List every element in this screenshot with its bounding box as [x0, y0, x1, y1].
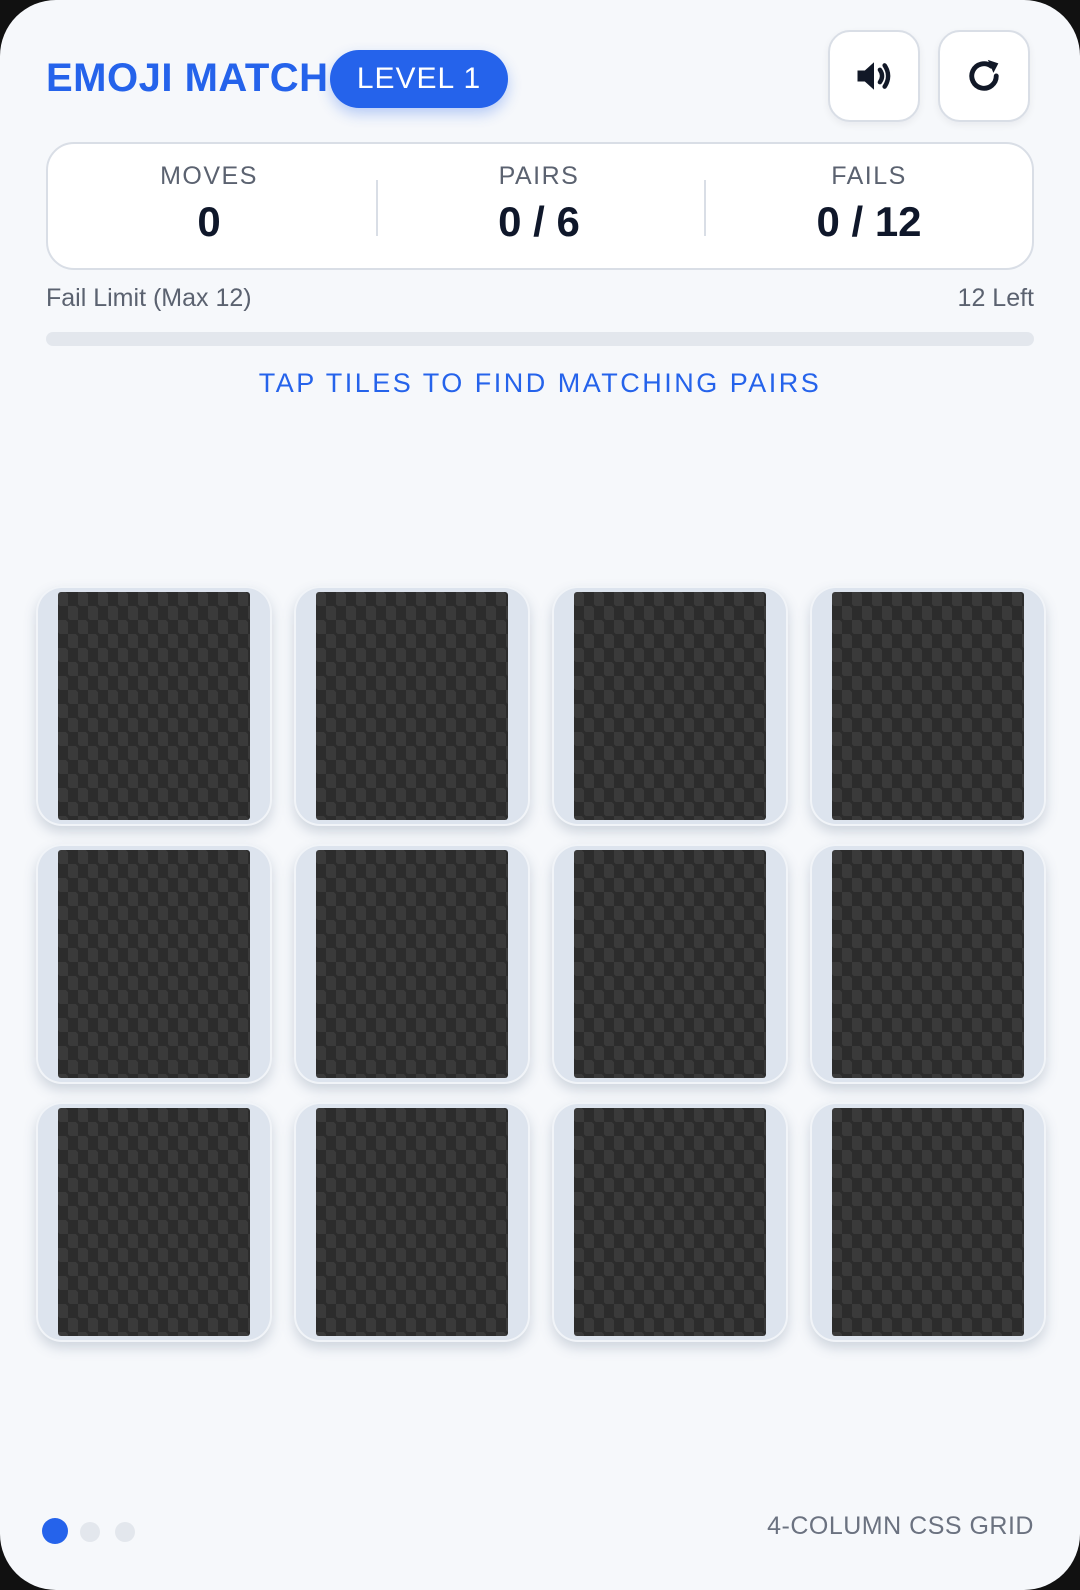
memory-tile[interactable] [552, 1102, 788, 1342]
pairs-label: PAIRS [498, 162, 580, 190]
instruction-text: TAP TILES TO FIND MATCHING PAIRS [258, 368, 822, 398]
fails-remaining: 12 Left [957, 284, 1034, 312]
stats-panel: MOVES 0 PAIRS 0 / 6 FAILS 0 / 12 [46, 142, 1034, 270]
memory-tile[interactable] [294, 1102, 530, 1342]
tile-back-pattern [574, 1108, 766, 1336]
tile-back-pattern [574, 592, 766, 820]
restart-button[interactable] [938, 30, 1030, 122]
tile-back-pattern [574, 850, 766, 1078]
memory-tile[interactable] [552, 844, 788, 1084]
tile-back-pattern [832, 1108, 1024, 1336]
sound-button[interactable] [828, 30, 920, 122]
game-title: EMOJI MATCH [46, 56, 329, 100]
memory-tile[interactable] [810, 844, 1046, 1084]
memory-tile[interactable] [294, 586, 530, 826]
moves-value: 0 [197, 198, 221, 245]
moves-label: MOVES [160, 162, 258, 190]
page-dot[interactable] [115, 1522, 135, 1542]
stat-divider [704, 180, 706, 236]
stat-pairs: PAIRS 0 / 6 [378, 144, 700, 268]
memory-tile[interactable] [36, 586, 272, 826]
stat-moves: MOVES 0 [48, 144, 370, 268]
tile-back-pattern [316, 1108, 508, 1336]
tile-grid [36, 586, 1046, 1342]
speaker-icon [857, 62, 891, 90]
memory-tile[interactable] [36, 1102, 272, 1342]
tile-back-pattern [58, 592, 250, 820]
fail-progress-bar [46, 332, 1034, 346]
tile-back-pattern [316, 850, 508, 1078]
app-screen: EMOJI MATCH LEVEL 1 MOVES 0 PAIRS 0 / 6 [0, 0, 1080, 1590]
fails-label: FAILS [831, 162, 907, 190]
fail-limit-label: Fail Limit (Max 12) [46, 284, 252, 312]
fails-value: 0 / 12 [816, 198, 922, 245]
header: EMOJI MATCH LEVEL 1 [46, 30, 1034, 126]
tile-back-pattern [832, 850, 1024, 1078]
memory-tile[interactable] [36, 844, 272, 1084]
pairs-value: 0 / 6 [498, 198, 580, 245]
stat-fails: FAILS 0 / 12 [708, 144, 1030, 268]
tile-back-pattern [58, 1108, 250, 1336]
memory-tile[interactable] [294, 844, 530, 1084]
footer-label: 4-COLUMN CSS GRID [767, 1512, 1034, 1540]
restart-icon [969, 59, 999, 91]
fail-limit-row: Fail Limit (Max 12) 12 Left [46, 284, 1034, 320]
page-dot[interactable] [80, 1522, 100, 1542]
page-dot-active[interactable] [42, 1518, 68, 1544]
level-badge: LEVEL 1 [330, 50, 508, 108]
memory-tile[interactable] [552, 586, 788, 826]
memory-tile[interactable] [810, 1102, 1046, 1342]
memory-tile[interactable] [810, 586, 1046, 826]
tile-back-pattern [58, 850, 250, 1078]
tile-back-pattern [316, 592, 508, 820]
tile-back-pattern [832, 592, 1024, 820]
